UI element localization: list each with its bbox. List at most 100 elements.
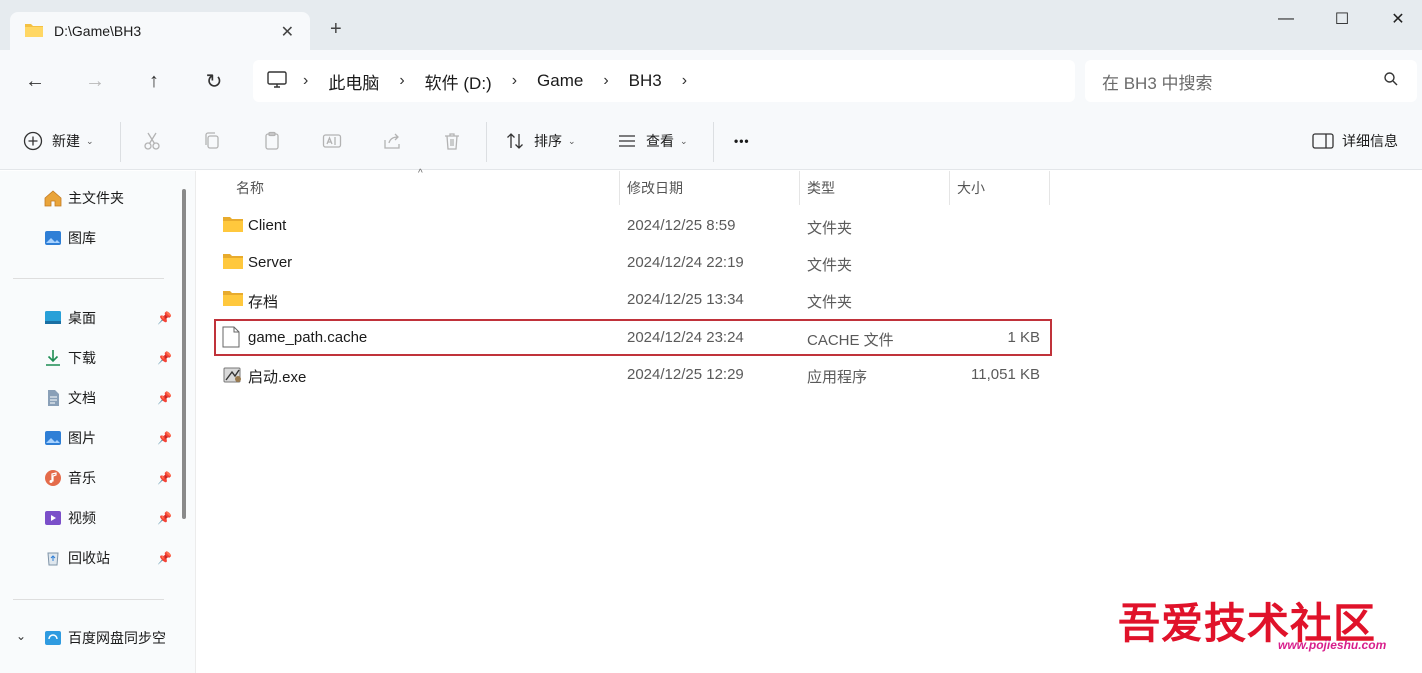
address-row: ← → ↑ ↻ › 此电脑 › 软件 (D:) › Game › BH3 › 在… <box>0 50 1422 112</box>
gallery-icon <box>42 227 64 249</box>
sidebar-scrollbar[interactable] <box>182 189 186 519</box>
column-header-type[interactable]: 类型 <box>807 171 950 205</box>
delete-button[interactable] <box>441 129 463 153</box>
sidebar-item-label: 回收站 <box>68 550 110 566</box>
sidebar-item-gallery[interactable]: 图库 <box>42 227 182 249</box>
file-size: 1 KB <box>1007 329 1040 346</box>
chevron-right-icon[interactable]: › <box>399 72 404 90</box>
divider <box>120 122 121 162</box>
minimize-button[interactable]: — <box>1272 8 1300 30</box>
paste-button[interactable] <box>261 129 283 153</box>
address-bar[interactable]: › 此电脑 › 软件 (D:) › Game › BH3 › <box>253 60 1075 102</box>
pin-icon[interactable]: 📌 <box>157 391 172 405</box>
search-icon[interactable] <box>1383 71 1399 92</box>
breadcrumb-drive-d[interactable]: 软件 (D:) <box>425 69 492 94</box>
file-date: 2024/12/25 12:29 <box>627 366 744 383</box>
file-name: Server <box>248 254 293 271</box>
close-tab-icon[interactable]: ✕ <box>281 22 294 42</box>
breadcrumb-bh3[interactable]: BH3 <box>629 71 662 91</box>
pictures-icon <box>42 427 64 449</box>
pin-icon[interactable]: 📌 <box>157 351 172 365</box>
plus-circle-icon <box>22 130 44 152</box>
details-pane-icon <box>1312 130 1334 152</box>
pin-icon[interactable]: 📌 <box>157 431 172 445</box>
more-options-button[interactable]: ••• <box>734 129 750 153</box>
back-arrow-icon[interactable]: ← <box>20 68 50 94</box>
title-bar: D:\Game\BH3 ✕ + — ☐ ✕ <box>0 0 1422 50</box>
baidu-netdisk-icon <box>42 627 64 649</box>
sidebar-item-baidu-netdisk[interactable]: 百度网盘同步空 <box>42 627 182 649</box>
folder-icon <box>222 289 244 311</box>
column-header-date[interactable]: 修改日期 <box>627 171 800 205</box>
file-type: 文件夹 <box>807 257 853 274</box>
folder-icon <box>222 215 244 237</box>
details-pane-button[interactable]: 详细信息 <box>1312 129 1398 153</box>
breadcrumb-game[interactable]: Game <box>537 71 583 91</box>
file-type: 应用程序 <box>807 369 868 386</box>
rename-icon <box>321 130 343 152</box>
new-button[interactable]: 新建 ⌄ <box>22 129 94 153</box>
tab-title: D:\Game\BH3 <box>54 23 142 39</box>
copy-icon <box>201 130 223 152</box>
file-date: 2024/12/25 13:34 <box>627 291 744 308</box>
search-input[interactable]: 在 BH3 中搜索 <box>1085 60 1417 102</box>
up-arrow-icon[interactable]: ↑ <box>139 68 169 94</box>
tab-current[interactable]: D:\Game\BH3 ✕ <box>10 12 310 50</box>
desktop-icon <box>42 307 64 329</box>
file-row-highlighted[interactable]: game_path.cache 2024/12/24 23:24 CACHE 文… <box>214 319 1052 356</box>
copy-button[interactable] <box>201 129 223 153</box>
download-icon <box>42 347 64 369</box>
close-button[interactable]: ✕ <box>1384 8 1412 30</box>
folder-icon <box>24 22 44 41</box>
clipboard-icon <box>261 130 283 152</box>
sidebar-item-label: 音乐 <box>68 470 96 486</box>
pin-icon[interactable]: 📌 <box>157 511 172 525</box>
chevron-right-icon[interactable]: › <box>603 72 608 90</box>
forward-arrow-icon[interactable]: → <box>80 68 110 94</box>
document-icon <box>42 387 64 409</box>
chevron-right-icon[interactable]: › <box>682 72 687 90</box>
chevron-right-icon[interactable]: › <box>512 72 517 90</box>
pin-icon[interactable]: 📌 <box>157 471 172 485</box>
file-type: 文件夹 <box>807 220 853 237</box>
file-row[interactable]: 存档 2024/12/25 13:34 文件夹 <box>214 283 1052 317</box>
sort-button[interactable]: 排序 ⌄ <box>504 129 576 153</box>
divider <box>13 278 164 279</box>
cut-button[interactable] <box>141 129 163 153</box>
navigation-pane: 主文件夹 图库 桌面 📌 下载 📌 文档 📌 图片 📌 音乐 📌 视频 📌 回收… <box>0 171 196 673</box>
share-button[interactable] <box>381 129 403 153</box>
computer-icon <box>267 70 287 92</box>
new-tab-button[interactable]: + <box>330 18 342 41</box>
column-header-name[interactable]: 名称 <box>236 171 620 205</box>
folder-icon <box>222 252 244 274</box>
sidebar-item-home[interactable]: 主文件夹 <box>42 187 182 209</box>
file-date: 2024/12/24 22:19 <box>627 254 744 271</box>
view-button[interactable]: 查看 ⌄ <box>616 129 688 153</box>
chevron-down-icon[interactable]: ⌄ <box>16 629 26 643</box>
file-type: CACHE 文件 <box>807 332 894 349</box>
pin-icon[interactable]: 📌 <box>157 551 172 565</box>
chevron-right-icon[interactable]: › <box>303 72 308 90</box>
sidebar-item-label: 主文件夹 <box>68 190 124 206</box>
divider <box>713 122 714 162</box>
file-row[interactable]: 启动.exe 2024/12/25 12:29 应用程序 11,051 KB <box>214 358 1052 392</box>
file-row[interactable]: Server 2024/12/24 22:19 文件夹 <box>214 246 1052 280</box>
sort-label: 排序 <box>534 133 562 149</box>
watermark-url: www.pojieshu.com <box>1278 638 1387 652</box>
maximize-button[interactable]: ☐ <box>1328 8 1356 30</box>
column-header-size[interactable]: 大小 <box>957 171 1050 205</box>
breadcrumb-this-pc[interactable]: 此电脑 <box>328 69 379 94</box>
recycle-bin-icon <box>42 547 64 569</box>
sidebar-item-label: 视频 <box>68 510 96 526</box>
file-size: 11,051 KB <box>971 366 1040 383</box>
music-icon <box>42 467 64 489</box>
exe-icon <box>222 364 244 386</box>
sort-icon <box>504 130 526 152</box>
file-row[interactable]: Client 2024/12/25 8:59 文件夹 <box>214 209 1052 243</box>
details-label: 详细信息 <box>1342 133 1398 149</box>
file-name: game_path.cache <box>248 329 368 346</box>
pin-icon[interactable]: 📌 <box>157 311 172 325</box>
refresh-icon[interactable]: ↻ <box>199 68 229 94</box>
sidebar-item-label: 桌面 <box>68 310 96 326</box>
rename-button[interactable] <box>321 129 343 153</box>
